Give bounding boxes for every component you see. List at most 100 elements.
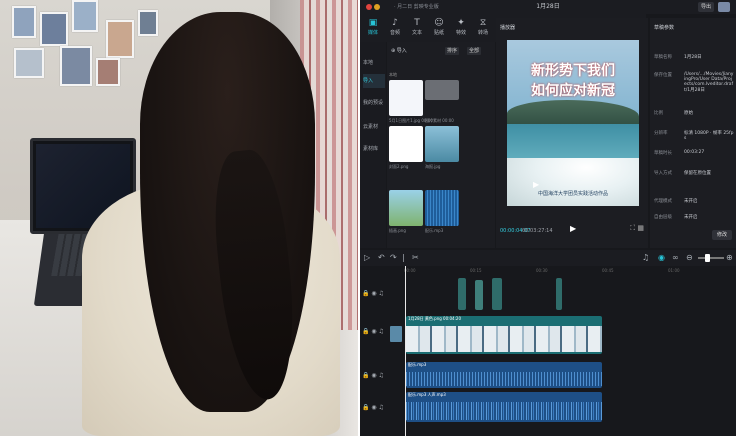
text-clip[interactable] xyxy=(492,278,502,310)
sticker-icon: ☺ xyxy=(434,18,444,28)
composite-image: 1月28日 · 月二日 剪映专业版 导出 ▣ 媒体 ♪ 音频 T 文本 ☺ 贴纸 ✦ 特效… xyxy=(0,0,736,436)
split-icon[interactable]: ✂ xyxy=(412,253,419,263)
wall-photo xyxy=(60,46,92,86)
media-thumb[interactable] xyxy=(389,80,423,116)
nav-library[interactable]: 素材库 xyxy=(363,142,385,156)
prop-row: 保存位置/Users/.../Movies/JianyingPro/User D… xyxy=(654,72,734,93)
media-icon: ▣ xyxy=(368,18,378,28)
timeline: 00:00 00:15 00:30 00:45 01:00 🔒 ◉ ♫ 🔒 ◉ … xyxy=(360,266,736,436)
media-thumb[interactable] xyxy=(389,126,423,162)
prop-row: 草稿名称 1月28日 xyxy=(654,55,702,60)
timecode-total: 00:03:27:14 xyxy=(522,228,553,234)
zoom-in-icon[interactable]: ⊕ xyxy=(726,253,733,263)
wall-photo xyxy=(40,12,68,46)
audio-icon: ♪ xyxy=(392,18,398,28)
toolbar-text[interactable]: T 文本 xyxy=(406,17,428,39)
export-button[interactable]: 导出 xyxy=(698,2,714,12)
window-title: 1月28日 xyxy=(536,3,560,10)
cover-thumbnail[interactable] xyxy=(390,326,402,342)
import-button[interactable]: ⊕ 导入 xyxy=(391,42,407,60)
prop-row: 自由层级 未开启 xyxy=(654,215,698,220)
nav-presets[interactable]: 我的预设 xyxy=(363,96,385,110)
media-thumb[interactable] xyxy=(389,190,423,226)
prop-row: 代理模式 未开启 xyxy=(654,199,698,204)
main-video-clip[interactable]: 1月28日 黄色.png 00:04:20 xyxy=(406,316,602,354)
fullscreen-icon[interactable]: ⛶ ▦ xyxy=(630,224,644,233)
sort-button[interactable]: 排序 xyxy=(445,47,460,55)
nav-local[interactable]: 本地 xyxy=(363,56,385,70)
playhead[interactable] xyxy=(405,266,406,436)
zoom-handle[interactable] xyxy=(705,254,710,262)
prop-row: 导入方式 保留在原位置 xyxy=(654,171,711,176)
media-thumb[interactable] xyxy=(425,126,459,162)
track-header-audio-1[interactable]: 🔒 ◉ ♫ xyxy=(362,372,402,388)
prop-row: 草稿时长 00:03:27 xyxy=(654,150,705,156)
toolbar-sticker[interactable]: ☺ 贴纸 xyxy=(428,17,450,39)
mic-icon[interactable]: ♫ xyxy=(642,253,649,263)
media-thumb-caption: 插画.png xyxy=(389,228,406,233)
photo-student-at-laptop xyxy=(0,0,358,436)
select-tool-icon[interactable]: ▷ xyxy=(364,253,370,263)
redo-icon[interactable]: ↷ xyxy=(390,253,397,263)
toolbar-effects[interactable]: ✦ 特效 xyxy=(450,17,472,39)
toolbar-transition[interactable]: ⧖ 转场 xyxy=(472,17,494,39)
media-thumb[interactable] xyxy=(425,80,459,100)
text-icon: T xyxy=(414,18,420,28)
wall-photo xyxy=(106,20,134,58)
wall-photo xyxy=(14,48,44,78)
wall-photo xyxy=(138,10,158,36)
media-thumb-caption: 海报.jpg xyxy=(425,164,441,169)
media-thumb-caption: 图片素材 00:00 xyxy=(425,118,454,123)
preview-headline-2: 如何应对新冠 xyxy=(531,83,615,99)
toolbar-audio[interactable]: ♪ 音频 xyxy=(384,17,406,39)
link-icon[interactable]: ∞ xyxy=(672,253,679,263)
nav-import[interactable]: 导入 xyxy=(363,74,385,88)
effects-icon: ✦ xyxy=(457,18,465,28)
media-panel: ⊕ 导入 排序 全部 本地 5月1日图片1.jpg 00:00 图片素材 00:… xyxy=(387,42,495,248)
media-section-label: 本地 xyxy=(389,72,397,77)
props-title: 草稿参数 xyxy=(654,25,675,31)
wall-photo xyxy=(96,58,120,86)
time-ruler: 00:00 00:15 00:30 00:45 01:00 xyxy=(404,268,680,273)
prop-row: 分辨率 标清 1080P · 帧率 25fps xyxy=(654,131,734,141)
preview-play-icon: ▶ xyxy=(533,180,540,189)
text-clip[interactable] xyxy=(475,280,483,310)
modify-button[interactable]: 修改 xyxy=(712,230,732,240)
avatar[interactable] xyxy=(718,2,730,12)
text-clip[interactable] xyxy=(556,278,562,310)
video-preview[interactable]: 新形势下我们 如何应对新冠 ▶ 中国海洋大学团员实践活动作品 xyxy=(507,40,639,206)
media-thumb-caption: 配乐.mp3 xyxy=(425,228,444,233)
nav-cloud[interactable]: 云素材 xyxy=(363,120,385,134)
timeline-toolbar: ▷ ↶ ↷ | ✂ ♫ ◉ ∞ ⊖ ⊕ xyxy=(360,250,736,266)
audio-clip[interactable]: 配乐.mp3 xyxy=(406,362,602,388)
zoom-slider[interactable] xyxy=(698,257,724,259)
menu-text: · 月二日 剪映专业版 xyxy=(394,4,439,10)
prop-row: 比例 原始 xyxy=(654,111,693,116)
media-side-nav: 本地 导入 我的预设 云素材 素材库 xyxy=(360,42,386,248)
preview-subtitle: 中国海洋大学团员实践活动作品 xyxy=(537,191,608,197)
filter-all-button[interactable]: 全部 xyxy=(467,47,482,55)
draft-properties-panel: 草稿参数 草稿名称 1月28日 保存位置/Users/.../Movies/Jia… xyxy=(650,18,736,248)
media-thumb-caption: 封面2.png xyxy=(389,164,409,169)
toolbar-media[interactable]: ▣ 媒体 xyxy=(362,17,384,39)
media-thumb[interactable] xyxy=(425,190,459,226)
text-clip[interactable] xyxy=(458,278,466,310)
zoom-out-icon[interactable]: ⊖ xyxy=(686,253,693,263)
divider-icon: | xyxy=(402,253,405,262)
player-panel: 播放器 新形势下我们 如何应对新冠 ▶ 中国海洋大学团员实践活动作品 00:00… xyxy=(496,18,648,248)
snap-icon[interactable]: ◉ xyxy=(658,253,665,263)
transition-icon: ⧖ xyxy=(479,18,487,28)
video-editor-screenshot: 1月28日 · 月二日 剪映专业版 导出 ▣ 媒体 ♪ 音频 T 文本 ☺ 贴纸 ✦ 特效… xyxy=(360,0,736,436)
wall-photo xyxy=(12,6,36,38)
close-dot[interactable] xyxy=(366,4,372,10)
track-header-audio-2[interactable]: 🔒 ◉ ♫ xyxy=(362,404,402,420)
preview-headline-1: 新形势下我们 xyxy=(531,63,615,79)
audio-clip[interactable]: 配乐.mp3 人声.mp3 xyxy=(406,392,602,422)
minimize-dot[interactable] xyxy=(374,4,380,10)
wall-photo xyxy=(72,0,98,32)
player-title: 播放器 xyxy=(500,25,516,31)
undo-icon[interactable]: ↶ xyxy=(378,253,385,263)
media-header: ⊕ 导入 排序 全部 xyxy=(387,42,495,60)
play-button[interactable]: ▶ xyxy=(570,224,576,233)
track-header-text[interactable]: 🔒 ◉ ♫ xyxy=(362,290,402,306)
